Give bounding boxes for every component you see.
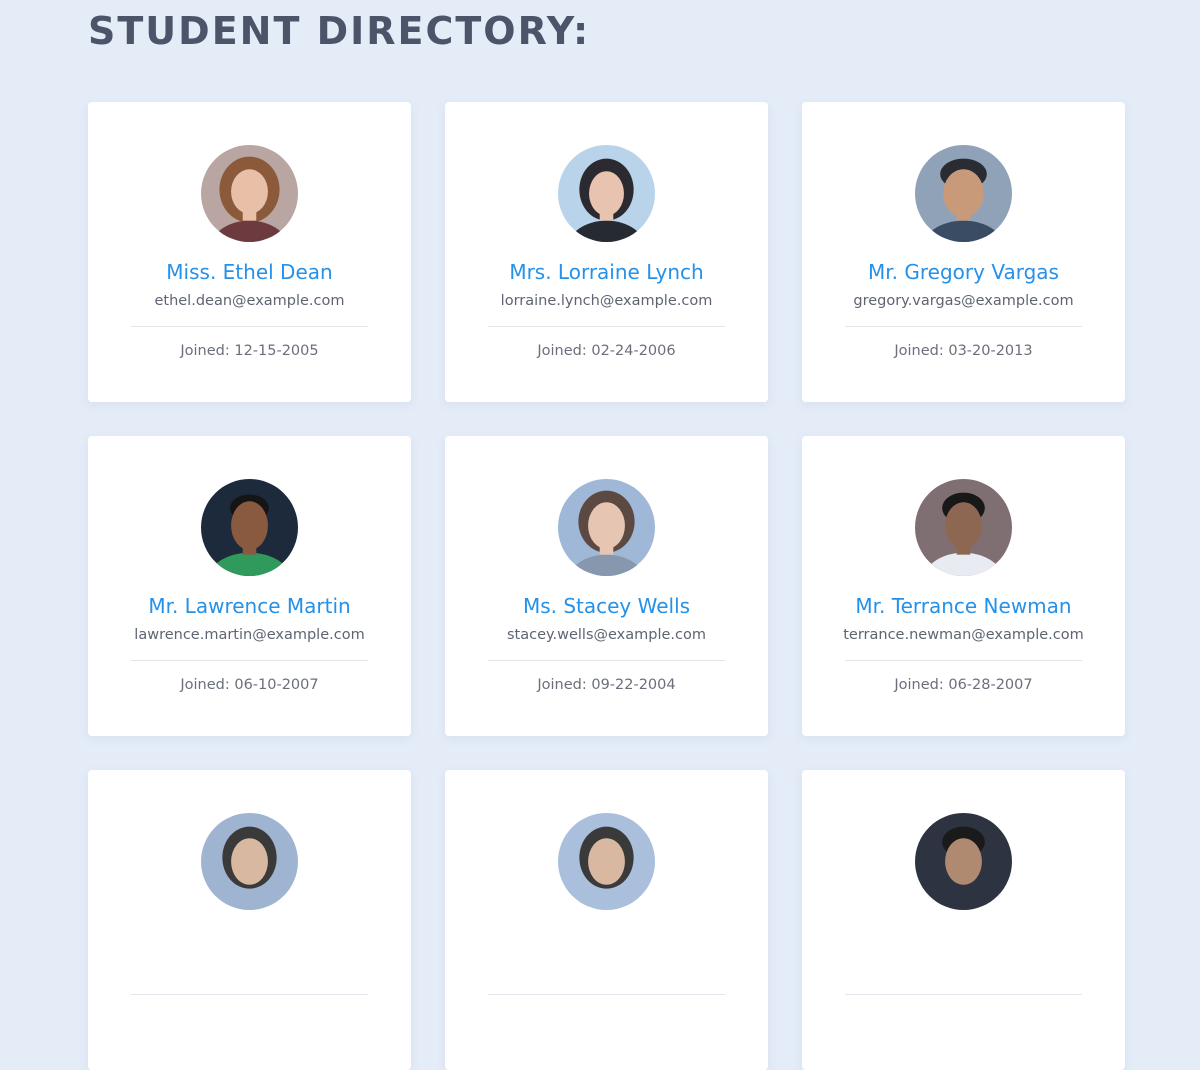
joined-date: Joined: 06-28-2007	[894, 677, 1033, 693]
student-card[interactable]: Ms. Stacey Wells stacey.wells@example.co…	[445, 436, 768, 736]
joined-date: Joined: 03-20-2013	[894, 343, 1033, 359]
avatar	[915, 813, 1012, 910]
avatar	[201, 145, 298, 242]
avatar	[558, 813, 655, 910]
avatar-photo	[915, 145, 1012, 242]
student-email: lawrence.martin@example.com	[134, 627, 365, 643]
avatar-photo	[915, 479, 1012, 576]
student-name[interactable]: Mr. Terrance Newman	[802, 592, 1125, 620]
avatar-photo	[915, 813, 1012, 910]
divider	[845, 994, 1082, 995]
divider	[488, 660, 725, 661]
divider	[845, 326, 1082, 327]
student-name[interactable]: Ms. Stacey Wells	[445, 592, 768, 620]
avatar-photo	[201, 813, 298, 910]
avatar-photo	[558, 145, 655, 242]
student-card[interactable]: Mr. Terrance Newman terrance.newman@exam…	[802, 436, 1125, 736]
student-name[interactable]: Mr. Gregory Vargas	[802, 258, 1125, 286]
divider	[845, 660, 1082, 661]
student-email: terrance.newman@example.com	[843, 627, 1084, 643]
student-email: stacey.wells@example.com	[506, 627, 707, 643]
page-title: STUDENT DIRECTORY:	[88, 9, 591, 53]
avatar	[915, 145, 1012, 242]
divider	[488, 994, 725, 995]
divider	[131, 994, 368, 995]
avatar-photo	[558, 479, 655, 576]
joined-date: Joined: 06-10-2007	[180, 677, 319, 693]
avatar-photo	[201, 145, 298, 242]
divider	[488, 326, 725, 327]
student-name[interactable]: Mr. Lawrence Martin	[88, 592, 411, 620]
student-grid: Miss. Ethel Dean ethel.dean@example.com …	[88, 102, 1125, 1070]
avatar	[201, 479, 298, 576]
avatar	[558, 145, 655, 242]
student-name[interactable]: Mrs. Lorraine Lynch	[445, 258, 768, 286]
avatar	[201, 813, 298, 910]
student-card[interactable]: Miss. Ethel Dean ethel.dean@example.com …	[88, 102, 411, 402]
student-card[interactable]: Mrs. Lorraine Lynch lorraine.lynch@examp…	[445, 102, 768, 402]
joined-date: Joined: 12-15-2005	[180, 343, 319, 359]
student-card[interactable]	[445, 770, 768, 1070]
joined-date: Joined: 02-24-2006	[537, 343, 676, 359]
student-card[interactable]: Mr. Lawrence Martin lawrence.martin@exam…	[88, 436, 411, 736]
avatar-photo	[558, 813, 655, 910]
student-email: gregory.vargas@example.com	[853, 293, 1074, 309]
student-card[interactable]: Mr. Gregory Vargas gregory.vargas@exampl…	[802, 102, 1125, 402]
student-card[interactable]	[88, 770, 411, 1070]
joined-date: Joined: 09-22-2004	[537, 677, 676, 693]
avatar-photo	[201, 479, 298, 576]
student-email: ethel.dean@example.com	[154, 293, 345, 309]
student-card[interactable]	[802, 770, 1125, 1070]
avatar	[558, 479, 655, 576]
avatar	[915, 479, 1012, 576]
divider	[131, 326, 368, 327]
divider	[131, 660, 368, 661]
student-email: lorraine.lynch@example.com	[500, 293, 713, 309]
student-name[interactable]: Miss. Ethel Dean	[88, 258, 411, 286]
